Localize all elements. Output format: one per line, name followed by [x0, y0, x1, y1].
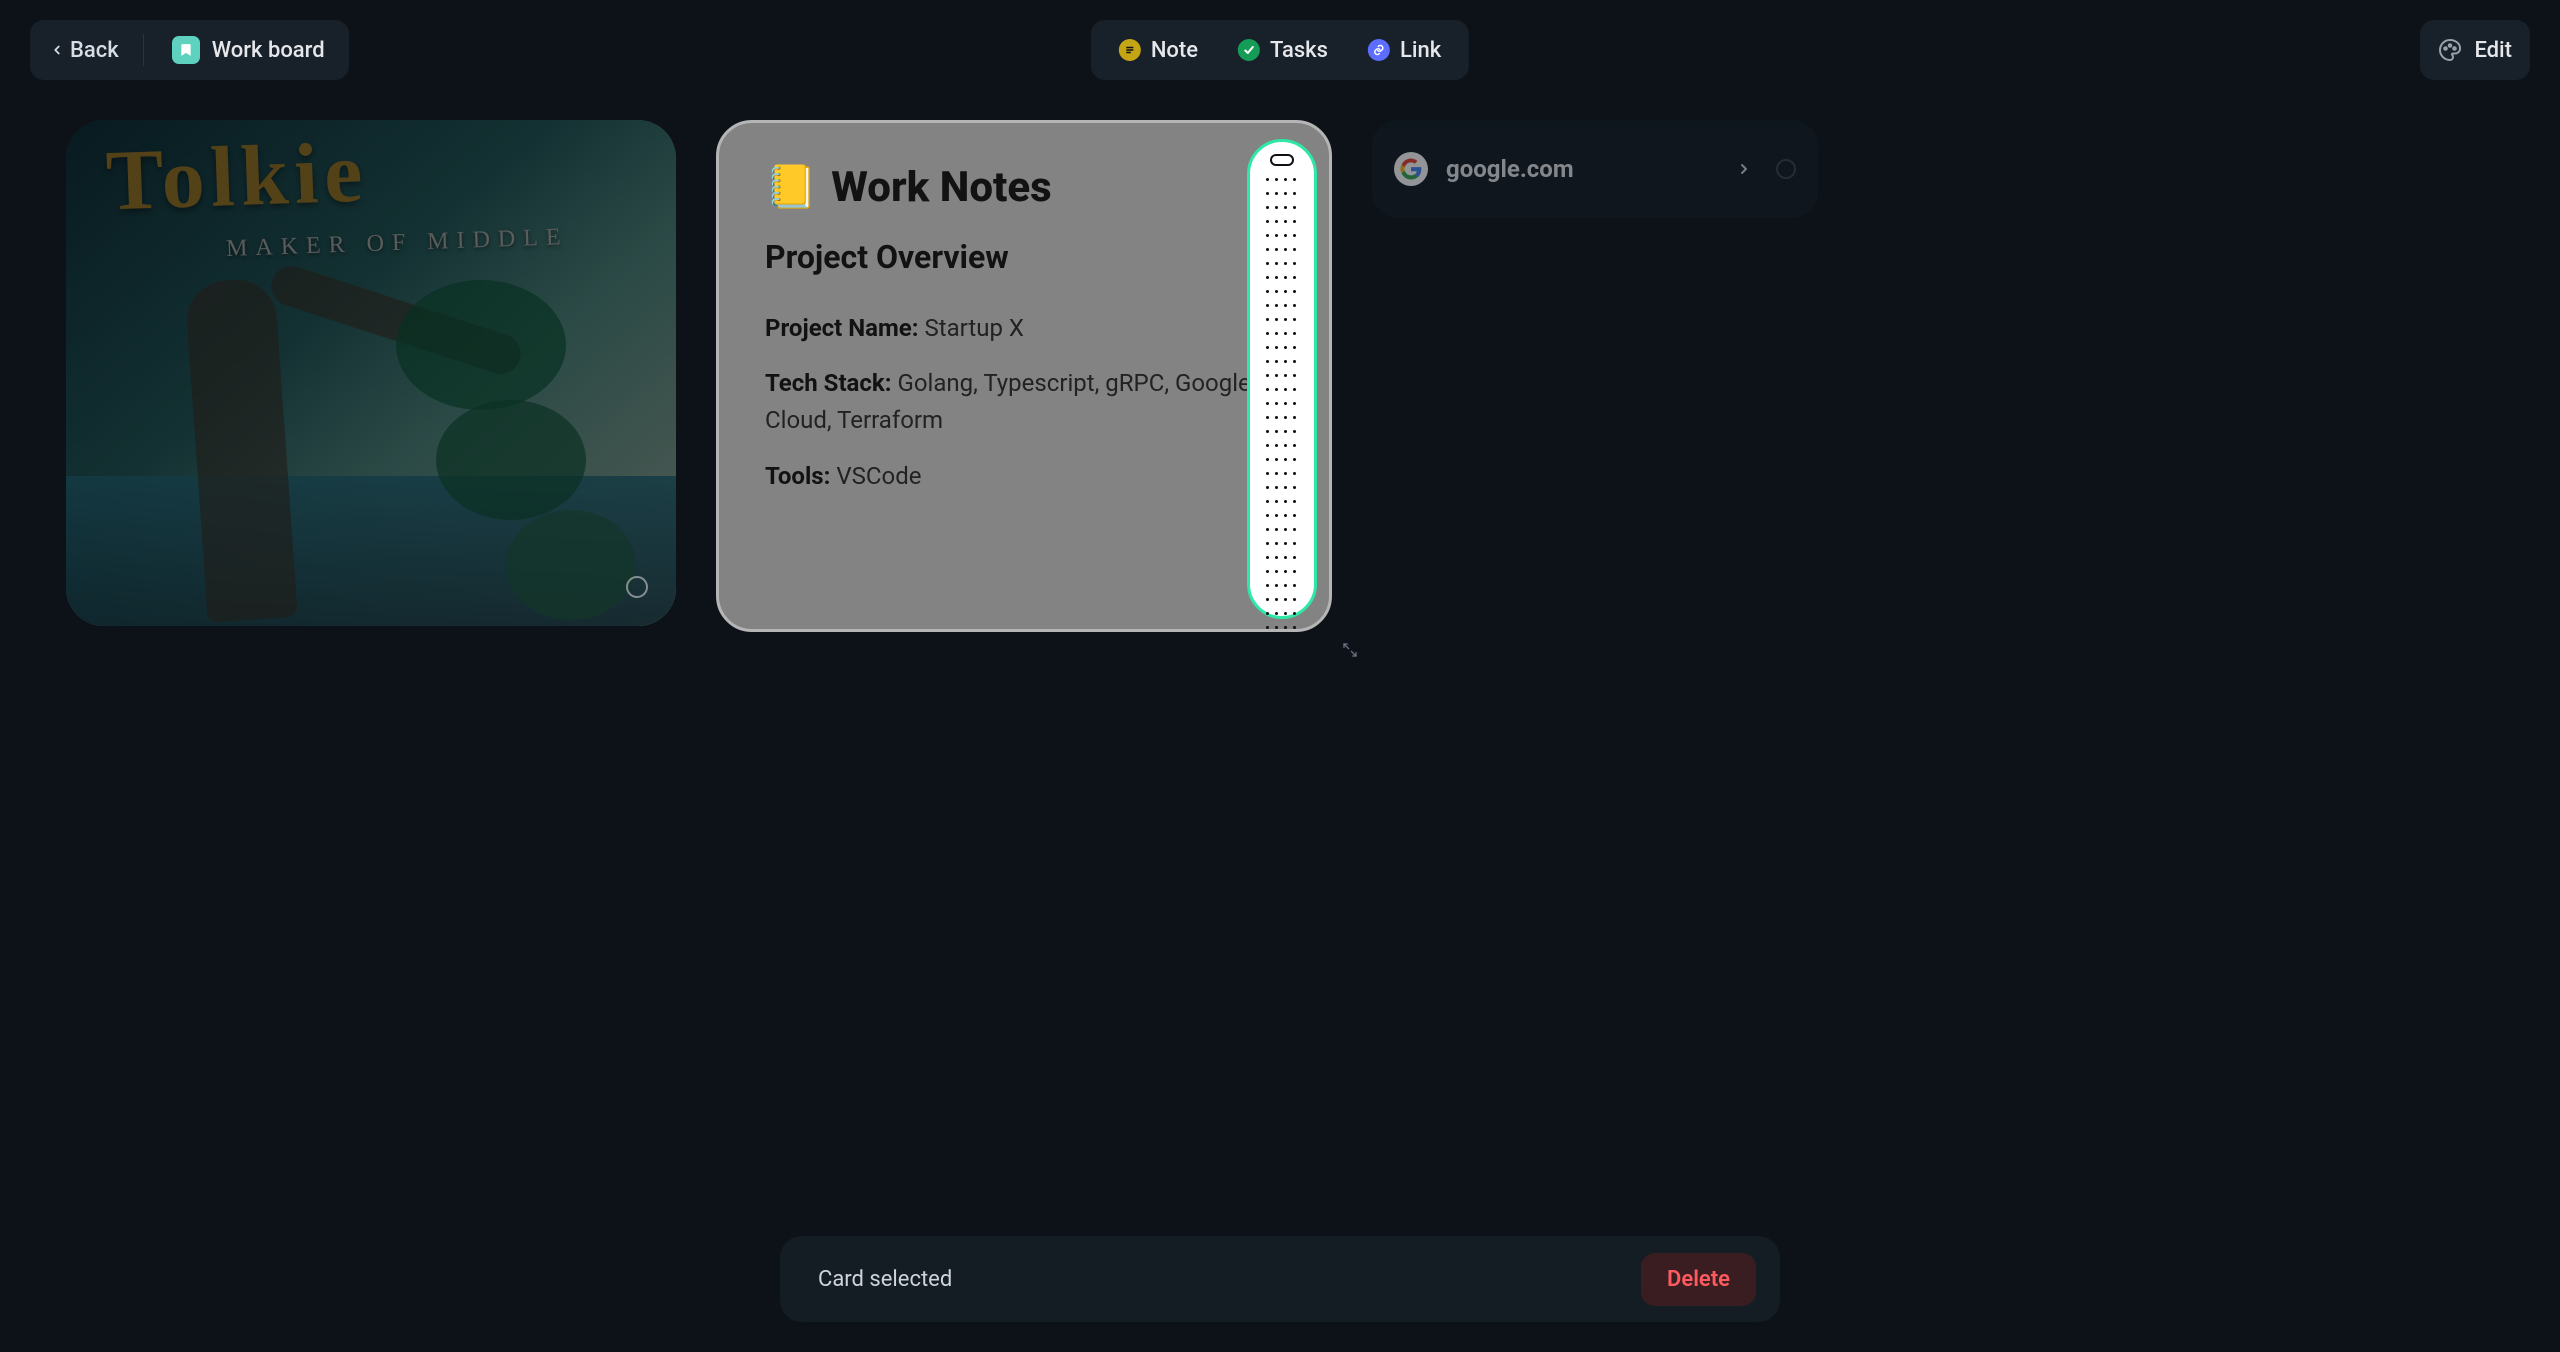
select-handle[interactable] [1776, 159, 1796, 179]
back-board-pill: Back Work board [30, 20, 349, 80]
tab-tasks[interactable]: Tasks [1220, 28, 1346, 73]
top-bar: Back Work board Note Tasks [0, 0, 2560, 100]
chevron-left-icon [50, 43, 64, 57]
notebook-icon: 📒 [765, 163, 817, 212]
divider [143, 34, 144, 66]
note-title-text: Work Notes [831, 163, 1051, 212]
board-canvas[interactable]: Tolkie MAKER OF MIDDLE 📒 Work Notes Proj… [0, 100, 2560, 652]
label-tools: Tools: [765, 462, 836, 490]
note-section-heading: Project Overview [765, 238, 1283, 276]
board-name: Work board [212, 38, 325, 63]
back-button[interactable]: Back [36, 28, 133, 73]
board-title-button[interactable]: Work board [154, 26, 343, 74]
edit-label: Edit [2474, 38, 2512, 63]
dim-overlay [66, 120, 676, 626]
select-handle[interactable] [626, 576, 648, 598]
note-line-tools: Tools: VSCode [765, 458, 1283, 495]
scroll-knob-top[interactable] [1272, 156, 1292, 164]
back-label: Back [70, 38, 119, 63]
note-title: 📒 Work Notes [765, 163, 1283, 212]
tab-note[interactable]: Note [1101, 28, 1216, 73]
value-project-name: Startup X [925, 314, 1024, 342]
image-card[interactable]: Tolkie MAKER OF MIDDLE [66, 120, 676, 626]
value-tools: VSCode [836, 462, 921, 490]
tab-note-label: Note [1151, 38, 1198, 63]
selection-bar: Card selected Delete [780, 1236, 1780, 1322]
link-icon [1368, 39, 1390, 61]
selection-message: Card selected [818, 1267, 952, 1292]
bookmark-icon [172, 36, 200, 64]
label-tech-stack: Tech Stack: [765, 369, 897, 397]
link-url: google.com [1446, 155, 1712, 183]
palette-icon [2438, 38, 2462, 62]
note-card[interactable]: 📒 Work Notes Project Overview Project Na… [716, 120, 1332, 632]
tab-link[interactable]: Link [1350, 28, 1459, 73]
link-card[interactable]: google.com [1372, 120, 1818, 218]
note-line-tech: Tech Stack: Golang, Typescript, gRPC, Go… [765, 365, 1283, 439]
tab-tasks-label: Tasks [1270, 38, 1328, 63]
delete-button[interactable]: Delete [1641, 1253, 1756, 1306]
delete-label: Delete [1667, 1267, 1730, 1292]
google-icon [1394, 152, 1428, 186]
check-icon [1238, 39, 1260, 61]
resize-handle[interactable] [1338, 638, 1362, 662]
edit-button[interactable]: Edit [2420, 20, 2530, 80]
note-line-project: Project Name: Startup X [765, 310, 1283, 347]
note-icon [1119, 39, 1141, 61]
drag-grip-icon [1266, 178, 1298, 632]
label-project-name: Project Name: [765, 314, 925, 342]
create-type-tabs: Note Tasks Link [1091, 20, 1469, 80]
open-link-button[interactable] [1730, 155, 1758, 183]
note-scroll-handle[interactable] [1247, 139, 1317, 619]
tab-link-label: Link [1400, 38, 1441, 63]
